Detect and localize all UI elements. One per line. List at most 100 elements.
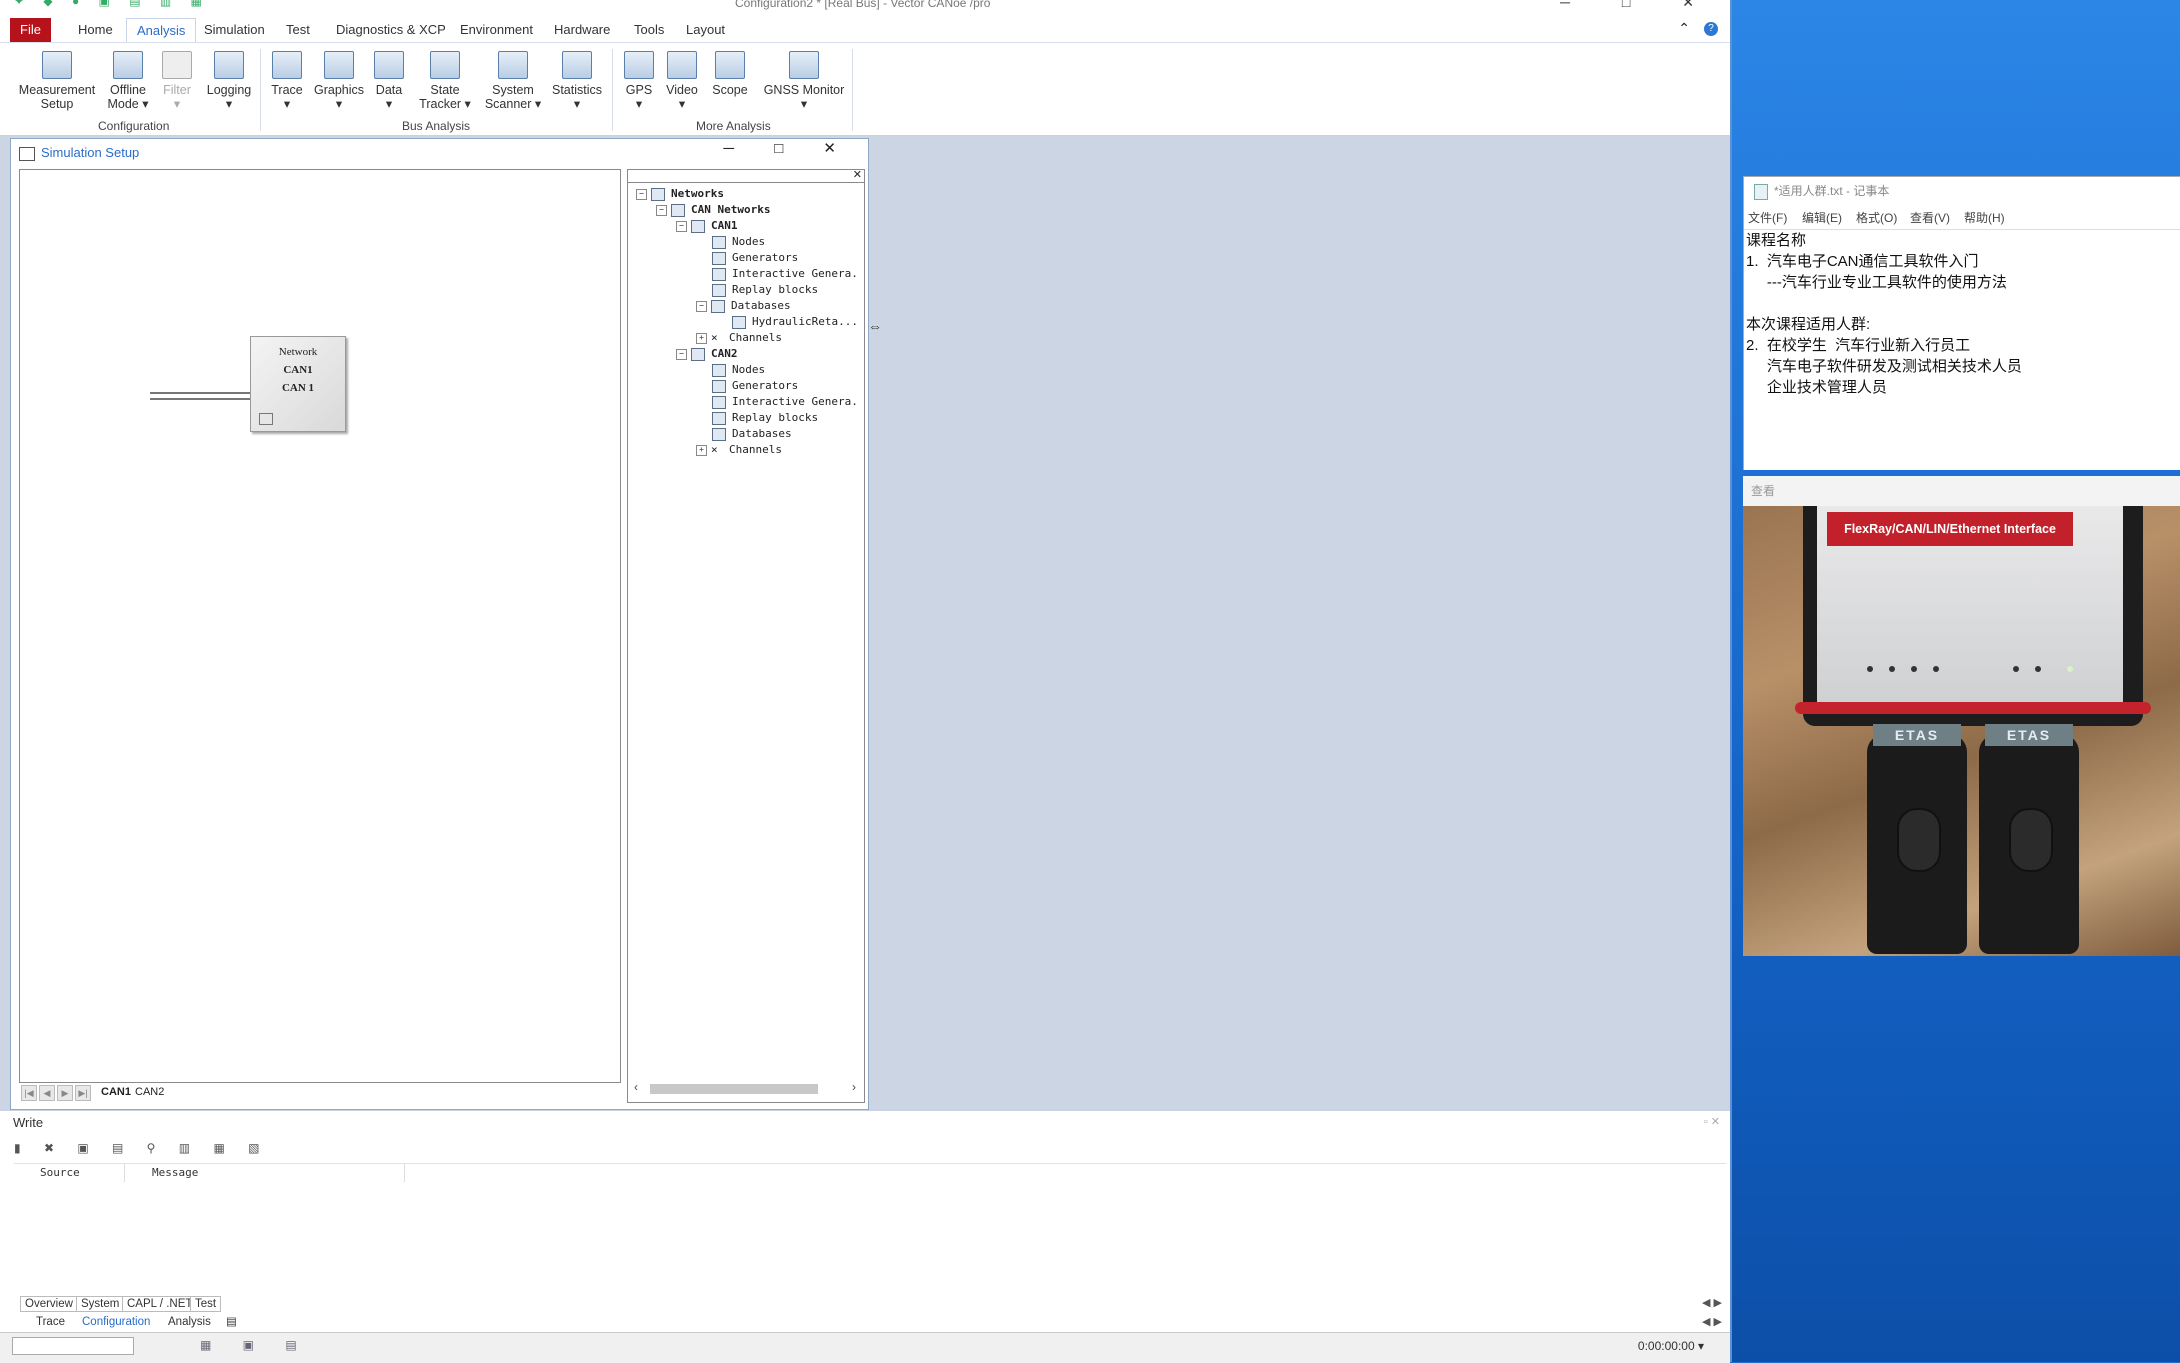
generators-icon bbox=[712, 251, 726, 265]
tree-item[interactable]: Generators bbox=[712, 250, 798, 266]
help-icon[interactable]: ? bbox=[1704, 22, 1718, 36]
tree-item[interactable]: − CAN2 bbox=[676, 346, 738, 362]
desktop-tab-analysis[interactable]: Analysis bbox=[168, 1315, 211, 1329]
state-tracker-button[interactable]: State Tracker ▾ bbox=[416, 51, 474, 111]
logging-label-2: ▾ bbox=[225, 97, 233, 111]
tab-scroll-icons[interactable]: ◀ ▶ bbox=[1702, 1296, 1722, 1309]
status-icons[interactable]: ▦ ▣ ▤ bbox=[200, 1338, 311, 1352]
scope-button[interactable]: Scope bbox=[710, 51, 750, 97]
pin-close-icons[interactable]: ▫ ✕ bbox=[1704, 1115, 1720, 1128]
desktop-tab-scroll-icons[interactable]: ◀ ▶ bbox=[1702, 1315, 1722, 1328]
tab-test-write[interactable]: Test bbox=[190, 1296, 222, 1312]
tree-item[interactable]: Interactive Genera. bbox=[712, 266, 858, 282]
tree-item[interactable]: Nodes bbox=[712, 234, 765, 250]
measurement-setup-button[interactable]: Measurement Setup bbox=[18, 51, 96, 111]
desktop-tab-configuration[interactable]: Configuration bbox=[82, 1315, 150, 1329]
tab-capl-net[interactable]: CAPL / .NET bbox=[122, 1296, 198, 1312]
collapse-icon[interactable]: − bbox=[696, 300, 707, 312]
measurement-time[interactable]: 0:00:00:00 ▾ bbox=[1638, 1339, 1704, 1353]
write-toolbar[interactable]: ▮ ✖ ▣ ▤ ⚲ ▥ ▦ ▧ bbox=[14, 1141, 269, 1155]
filter-button[interactable]: Filter ▾ bbox=[160, 51, 194, 111]
connector-grip bbox=[2009, 808, 2053, 872]
gps-button[interactable]: GPS ▾ bbox=[624, 51, 654, 111]
tree-horizontal-scrollbar[interactable]: ‹ › bbox=[630, 1080, 860, 1096]
collapse-icon[interactable]: − bbox=[656, 204, 667, 216]
column-header-source[interactable]: Source bbox=[40, 1166, 80, 1179]
expand-icon[interactable]: + bbox=[696, 444, 707, 456]
tree-item[interactable]: Generators bbox=[712, 378, 798, 394]
collapse-icon[interactable]: − bbox=[676, 348, 687, 360]
last-sheet-icon[interactable]: ▶| bbox=[75, 1085, 91, 1101]
tab-home[interactable]: Home bbox=[68, 18, 123, 42]
notepad-text-area[interactable]: 课程名称 1. 汽车电子CAN通信工具软件入门 ---汽车行业专业工具软件的使用… bbox=[1744, 229, 2180, 470]
tree-item[interactable]: + × Channels bbox=[696, 442, 782, 458]
notepad-title: *适用人群.txt - 记事本 bbox=[1774, 184, 1890, 198]
simulation-setup-window-controls[interactable]: ─ □ ✕ bbox=[723, 139, 854, 157]
tab-system[interactable]: System bbox=[76, 1296, 125, 1312]
data-button[interactable]: Data ▾ bbox=[372, 51, 406, 111]
tab-layout[interactable]: Layout bbox=[676, 18, 735, 42]
collapse-ribbon-icon[interactable]: ⌃ bbox=[1678, 20, 1690, 37]
tree-item[interactable]: Interactive Genera. bbox=[712, 394, 858, 410]
tree-panel-close-icon[interactable]: ✕ bbox=[853, 168, 862, 181]
scroll-right-icon[interactable]: › bbox=[852, 1080, 856, 1094]
file-tab[interactable]: File bbox=[10, 18, 51, 42]
tree-item[interactable]: + × Channels bbox=[696, 330, 782, 346]
tree-item[interactable]: − Databases bbox=[696, 298, 791, 314]
tab-test[interactable]: Test bbox=[276, 18, 320, 42]
gnss-monitor-label-2: ▾ bbox=[800, 97, 808, 111]
sheet-tab-can2[interactable]: CAN2 bbox=[131, 1085, 168, 1099]
simulation-canvas[interactable]: Network CAN1 CAN 1 bbox=[19, 169, 621, 1083]
sheet-tab-can1[interactable]: CAN1 bbox=[97, 1085, 135, 1099]
notepad-titlebar[interactable]: *适用人群.txt - 记事本 bbox=[1744, 177, 2180, 205]
tab-tools[interactable]: Tools bbox=[624, 18, 674, 42]
offline-mode-button[interactable]: Offline Mode ▾ bbox=[104, 51, 152, 111]
tree-item[interactable]: − CAN1 bbox=[676, 218, 738, 234]
notepad-menu-file[interactable]: 文件(F) bbox=[1748, 209, 1787, 226]
tab-analysis[interactable]: Analysis bbox=[126, 18, 197, 43]
notepad-menu-edit[interactable]: 编辑(E) bbox=[1802, 209, 1842, 226]
tab-overview[interactable]: Overview bbox=[20, 1296, 78, 1312]
prev-sheet-icon[interactable]: ◀ bbox=[39, 1085, 55, 1101]
first-sheet-icon[interactable]: |◀ bbox=[21, 1085, 37, 1101]
status-input[interactable] bbox=[12, 1337, 134, 1355]
video-button[interactable]: Video ▾ bbox=[664, 51, 700, 111]
network-node-box[interactable]: Network CAN1 CAN 1 bbox=[250, 336, 346, 432]
tree-item[interactable]: HydraulicReta... bbox=[732, 314, 858, 330]
quick-access-toolbar[interactable]: ✦ ◆ ● ▣ ▤ ▥ ▦ bbox=[14, 0, 210, 8]
notepad-menu-format[interactable]: 格式(O) bbox=[1856, 209, 1897, 226]
notepad-line: 企业技术管理人员 bbox=[1746, 379, 1887, 396]
tab-environment[interactable]: Environment bbox=[450, 18, 543, 42]
scroll-left-icon[interactable]: ‹ bbox=[634, 1080, 638, 1094]
tab-diagnostics-xcp[interactable]: Diagnostics & XCP bbox=[326, 18, 456, 42]
gnss-monitor-button[interactable]: GNSS Monitor ▾ bbox=[762, 51, 846, 111]
system-scanner-button[interactable]: System Scanner ▾ bbox=[482, 51, 544, 111]
notepad-menu-help[interactable]: 帮助(H) bbox=[1964, 209, 2005, 226]
collapse-icon[interactable]: − bbox=[636, 188, 647, 200]
collapse-icon[interactable]: − bbox=[676, 220, 687, 232]
new-desktop-icon[interactable]: ▤ bbox=[226, 1315, 237, 1329]
filter-label-2: ▾ bbox=[173, 97, 181, 111]
tree-item[interactable]: Replay blocks bbox=[712, 282, 818, 298]
tab-simulation[interactable]: Simulation bbox=[194, 18, 275, 42]
tree-item[interactable]: − CAN Networks bbox=[656, 202, 770, 218]
device-label: FlexRay/CAN/LIN/Ethernet Interface bbox=[1827, 512, 2073, 546]
tree-item[interactable]: Nodes bbox=[712, 362, 765, 378]
column-header-message[interactable]: Message bbox=[152, 1166, 198, 1179]
expand-icon[interactable]: + bbox=[696, 332, 707, 344]
tree-item[interactable]: Replay blocks bbox=[712, 410, 818, 426]
statistics-button[interactable]: Statistics ▾ bbox=[552, 51, 602, 111]
desktop-tab-trace[interactable]: Trace bbox=[36, 1315, 65, 1329]
graphics-button[interactable]: Graphics ▾ bbox=[314, 51, 364, 111]
tree-item-label: Generators bbox=[732, 379, 799, 392]
window-controls[interactable]: ─ □ ✕ bbox=[1560, 0, 1718, 11]
scrollbar-thumb[interactable] bbox=[650, 1084, 818, 1094]
tree-item-label: Replay blocks bbox=[732, 283, 819, 296]
logging-button[interactable]: Logging ▾ bbox=[204, 51, 254, 111]
tab-hardware[interactable]: Hardware bbox=[544, 18, 620, 42]
tree-item[interactable]: − Networks bbox=[636, 186, 724, 202]
trace-button[interactable]: Trace ▾ bbox=[268, 51, 306, 111]
tree-item[interactable]: Databases bbox=[712, 426, 792, 442]
next-sheet-icon[interactable]: ▶ bbox=[57, 1085, 73, 1101]
notepad-menu-view[interactable]: 查看(V) bbox=[1910, 209, 1950, 226]
